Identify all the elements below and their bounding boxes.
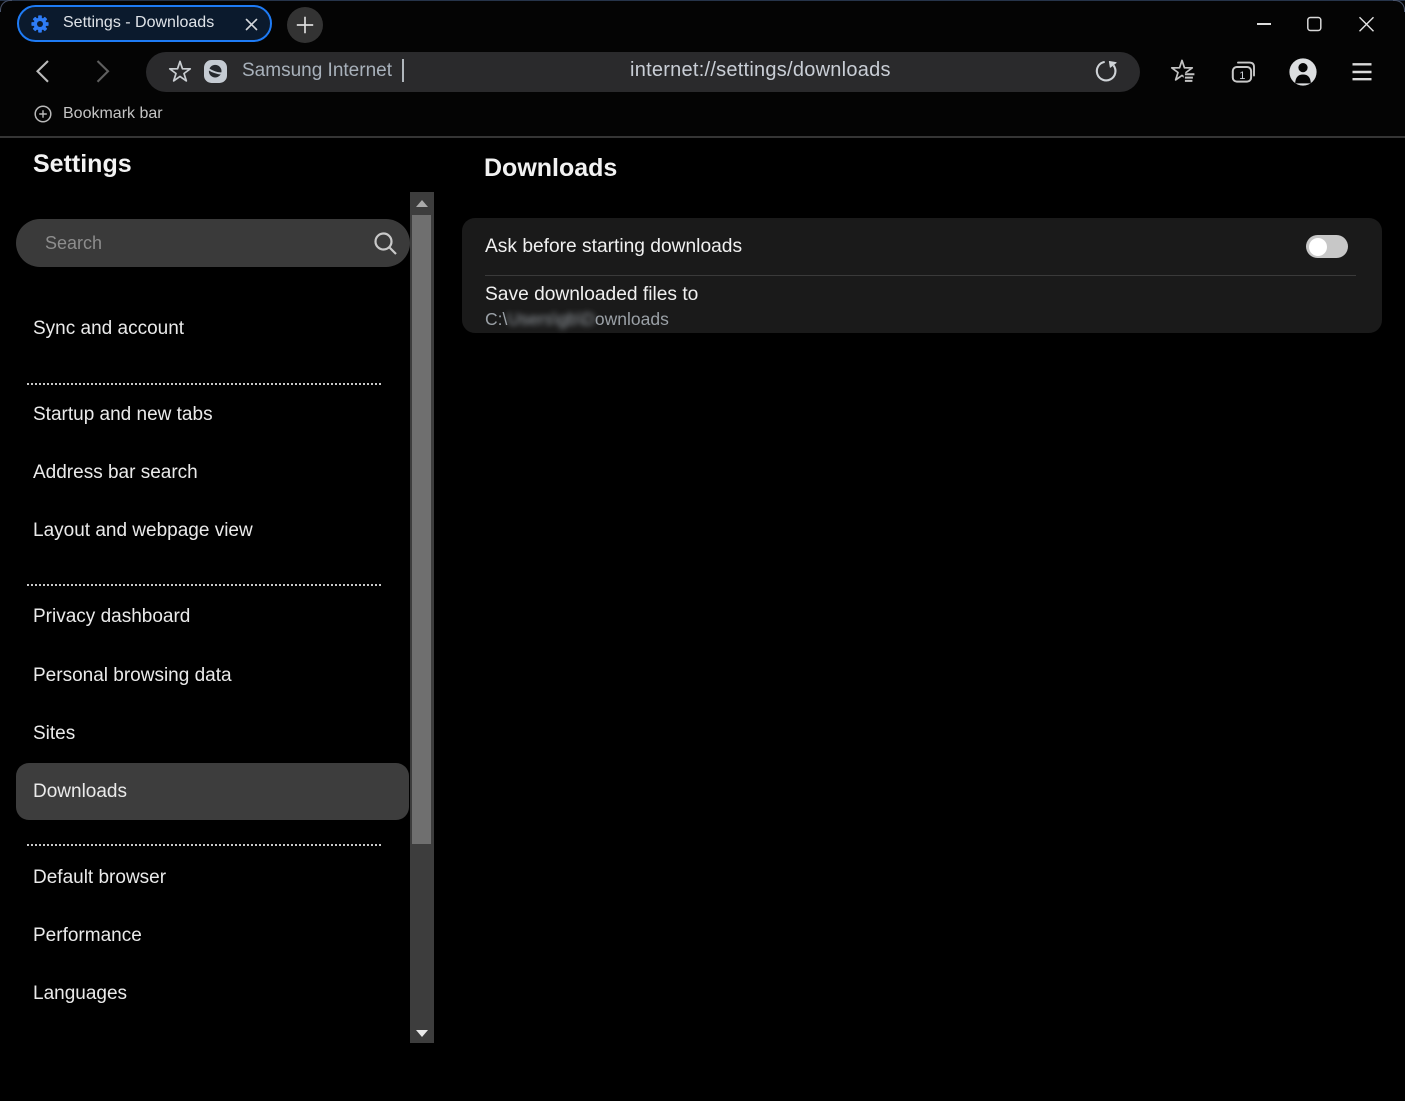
svg-text:1: 1 [1239,70,1245,82]
